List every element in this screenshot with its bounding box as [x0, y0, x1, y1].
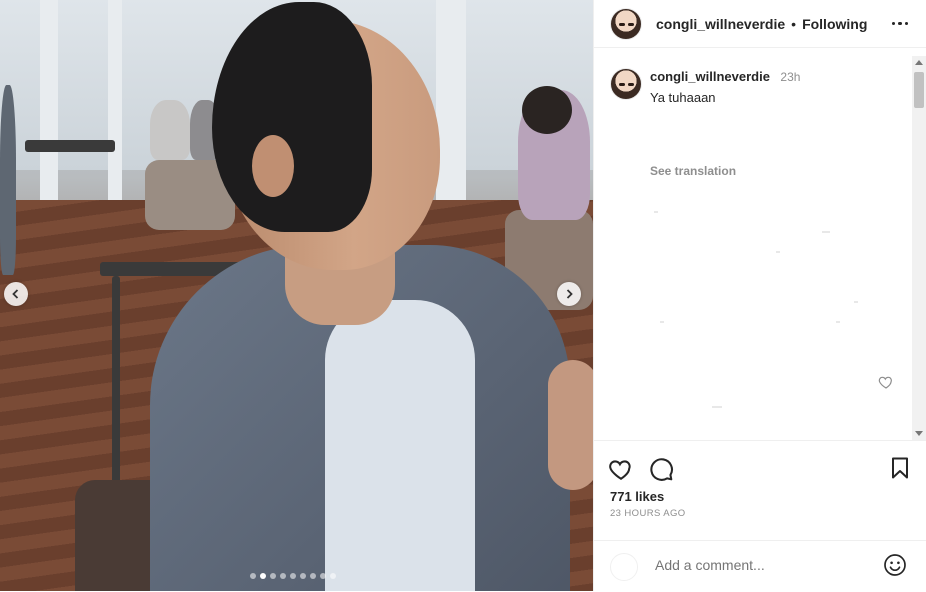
scroll-up-arrow[interactable]	[915, 60, 923, 65]
carousel-indicator	[250, 573, 336, 579]
carousel-dot	[250, 573, 256, 579]
faint-text	[776, 251, 780, 253]
following-button[interactable]: Following	[802, 16, 867, 32]
more-options-icon[interactable]	[888, 18, 913, 30]
post-media[interactable]	[0, 0, 593, 591]
emoji-icon[interactable]	[883, 553, 907, 577]
carousel-dot	[320, 573, 326, 579]
carousel-dot	[290, 573, 296, 579]
carousel-dot	[330, 573, 336, 579]
background-pillar	[108, 0, 122, 200]
background-pillar	[436, 0, 466, 200]
scroll-thumb[interactable]	[914, 72, 924, 108]
carousel-dot	[300, 573, 306, 579]
carousel-next-button[interactable]	[557, 282, 581, 306]
carousel-prev-button[interactable]	[4, 282, 28, 306]
chevron-left-icon	[12, 289, 19, 299]
comment-icon[interactable]	[648, 456, 674, 482]
comments-scrollbar[interactable]	[912, 56, 926, 440]
post-side-panel: congli_willneverdie • Following congli_w…	[593, 0, 926, 591]
bookmark-icon[interactable]	[888, 456, 912, 480]
background-person	[0, 85, 16, 275]
background-pillar	[40, 0, 58, 200]
faint-text	[854, 301, 858, 303]
see-translation-link[interactable]: See translation	[650, 164, 736, 178]
caption-row: congli_willneverdie 23h Ya tuhaaan	[610, 68, 800, 105]
comment-like-heart-icon[interactable]	[878, 374, 894, 390]
faint-text	[712, 406, 722, 408]
man-ear	[252, 135, 294, 197]
commenter-avatar	[610, 553, 638, 581]
faint-text	[822, 231, 830, 233]
header-separator: •	[791, 15, 797, 32]
carousel-dot	[260, 573, 266, 579]
heart-icon[interactable]	[608, 456, 634, 482]
carousel-dot	[310, 573, 316, 579]
avatar[interactable]	[610, 7, 642, 40]
post-timestamp[interactable]: 23 HOURS AGO	[610, 508, 686, 519]
comment-input[interactable]	[655, 557, 855, 573]
faint-text	[654, 211, 658, 213]
caption-time[interactable]: 23h	[780, 70, 800, 84]
carousel-dot	[270, 573, 276, 579]
background-table	[25, 140, 115, 152]
man-shirt	[325, 300, 475, 591]
background-person	[150, 100, 190, 160]
chevron-right-icon	[566, 289, 573, 299]
faint-text	[660, 321, 664, 323]
caption-username[interactable]: congli_willneverdie	[650, 69, 770, 84]
add-comment-bar	[594, 540, 926, 592]
caption-text: Ya tuhaaan	[650, 90, 716, 105]
comments-section: congli_willneverdie 23h Ya tuhaaan See t…	[594, 56, 914, 440]
faint-text	[836, 321, 840, 323]
likes-count[interactable]: 771 likes	[610, 489, 664, 504]
man-hand	[548, 360, 593, 490]
scroll-down-arrow[interactable]	[915, 431, 923, 436]
caption-avatar[interactable]	[610, 68, 642, 100]
background-table-leg	[112, 276, 120, 486]
background-person-head	[522, 86, 572, 134]
post-header: congli_willneverdie • Following	[594, 0, 926, 48]
header-username[interactable]: congli_willneverdie	[656, 16, 785, 32]
carousel-dot	[280, 573, 286, 579]
action-icons	[608, 456, 674, 482]
actions-divider	[594, 440, 926, 441]
